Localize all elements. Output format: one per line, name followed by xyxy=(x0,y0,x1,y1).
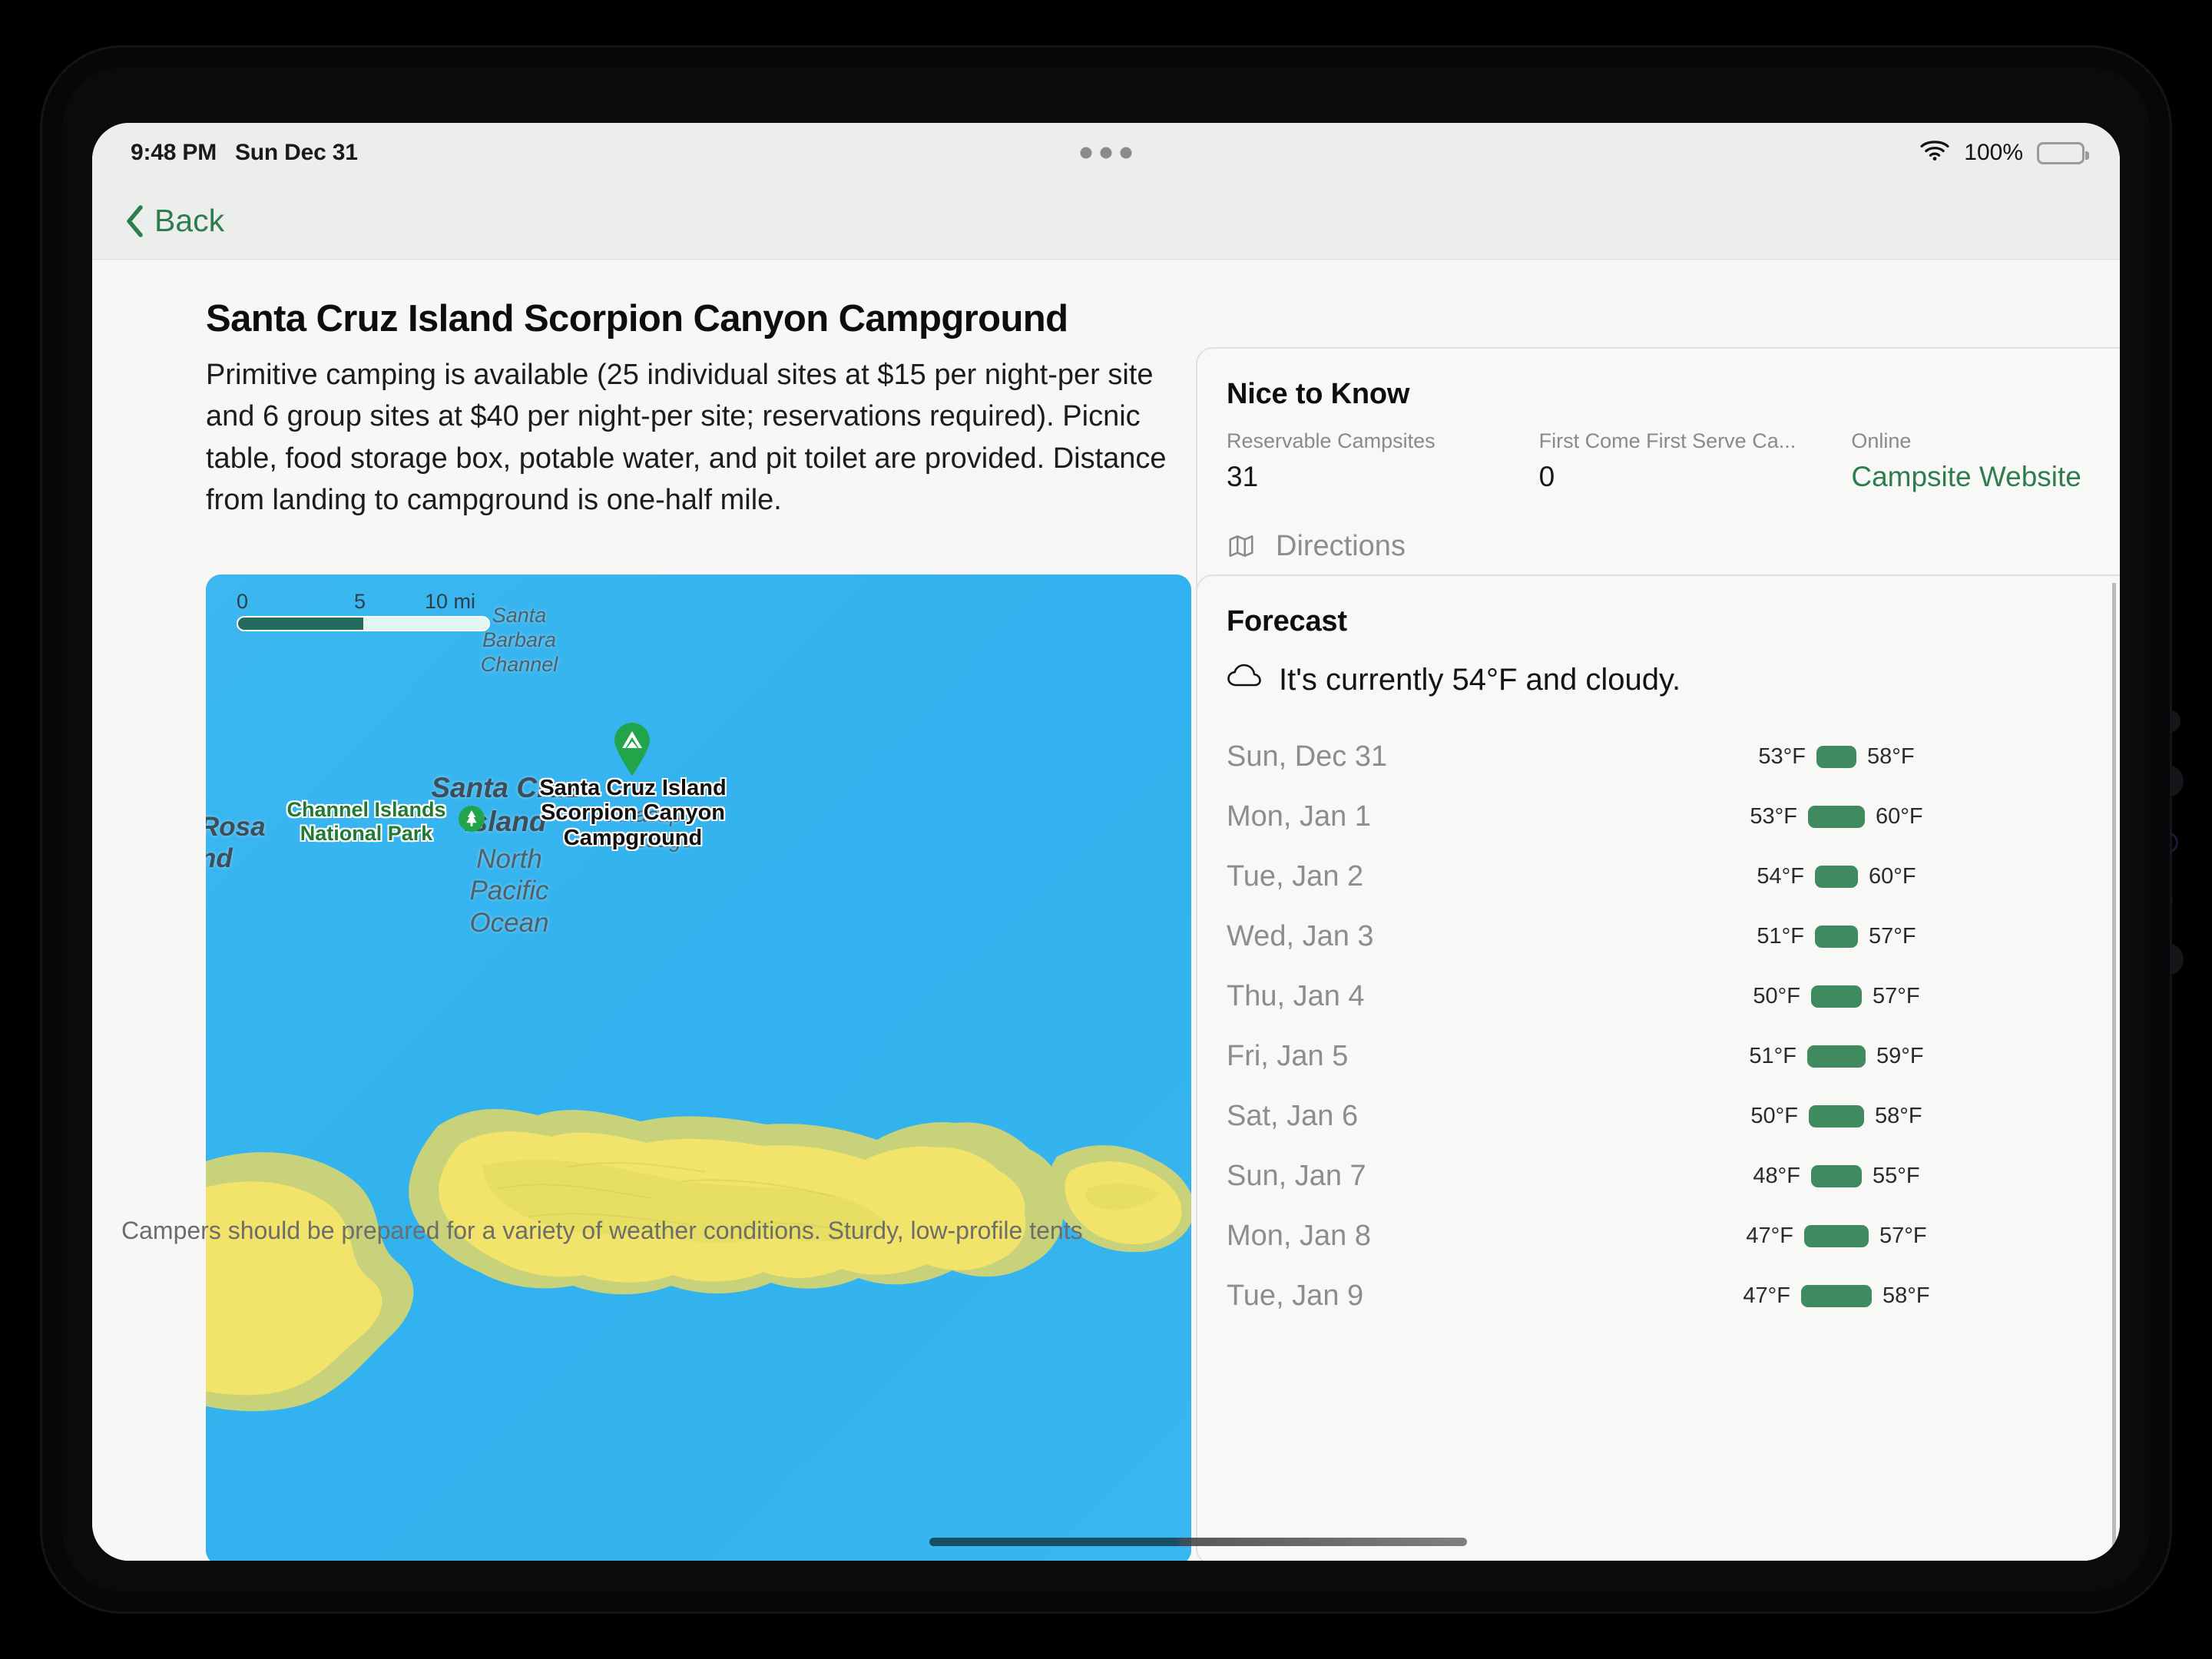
forecast-low: 54°F xyxy=(1757,863,1804,889)
national-park-tree-icon xyxy=(458,805,485,836)
chevron-left-icon xyxy=(124,204,144,238)
forecast-range-bar xyxy=(1801,1284,1872,1307)
forecast-range-bar xyxy=(1809,1104,1864,1128)
scale-tick-0: 0 xyxy=(237,590,249,613)
forecast-footnote: Campers should be prepared for a variety… xyxy=(121,1217,1083,1244)
forecast-row: Tue, Jan 9 47°F 58°F xyxy=(1227,1266,2120,1326)
row-label: Directions xyxy=(1276,529,1406,562)
navigation-bar: Back xyxy=(92,183,2120,260)
forecast-temps: 53°F 60°F xyxy=(1566,804,2107,830)
forecast-high: 58°F xyxy=(1883,1283,1930,1308)
scale-tick-10: 10 mi xyxy=(425,590,476,613)
page-description: Primitive camping is available (25 indiv… xyxy=(206,359,1167,516)
stat-reservable-campsites: Reservable Campsites 31 xyxy=(1227,429,1539,493)
forecast-title: Forecast xyxy=(1227,605,1347,637)
forecast-temps: 51°F 57°F xyxy=(1566,924,2107,949)
forecast-row: Tue, Jan 2 54°F 60°F xyxy=(1227,846,2120,906)
multitask-dots-icon[interactable] xyxy=(1080,147,1132,159)
forecast-high: 57°F xyxy=(1869,923,1916,949)
bezel-dot-4 xyxy=(2151,943,2184,975)
nice-to-know-stats: Reservable Campsites 31 First Come First… xyxy=(1227,429,2120,493)
status-time: 9:48 PM xyxy=(131,140,217,165)
forecast-range-bar xyxy=(1811,1164,1862,1187)
forecast-row: Mon, Jan 1 53°F 60°F xyxy=(1227,786,2120,846)
bezel-ring xyxy=(2157,832,2178,853)
forecast-high: 58°F xyxy=(1875,1103,1922,1128)
tablet-screen: 9:48 PM Sun Dec 31 100% Back Santa Cruz … xyxy=(92,123,2120,1561)
forecast-row: Thu, Jan 4 50°F 57°F xyxy=(1227,966,2120,1026)
stat-label: Online xyxy=(1851,429,1912,452)
stat-label: First Come First Serve Ca... xyxy=(1538,429,1796,452)
stat-value: 0 xyxy=(1538,461,1555,492)
forecast-temps: 50°F 57°F xyxy=(1566,984,2107,1009)
forecast-low: 50°F xyxy=(1753,983,1800,1008)
forecast-row: Sat, Jan 6 50°F 58°F xyxy=(1227,1086,2120,1146)
forecast-high: 60°F xyxy=(1876,803,1923,829)
map-canvas xyxy=(206,575,1191,1561)
stat-first-come-first-serve: First Come First Serve Ca... 0 xyxy=(1539,429,1852,493)
forecast-temps: 50°F 58°F xyxy=(1566,1104,2107,1129)
bezel-dot-1 xyxy=(2157,710,2181,733)
forecast-low: 53°F xyxy=(1750,803,1797,829)
forecast-temps: 53°F 58°F xyxy=(1566,744,2107,770)
forecast-low: 48°F xyxy=(1753,1163,1800,1188)
forecast-high: 60°F xyxy=(1869,863,1916,889)
forecast-temps: 47°F 58°F xyxy=(1566,1283,2107,1309)
stat-label: Reservable Campsites xyxy=(1227,429,1435,452)
status-date: Sun Dec 31 xyxy=(234,140,358,165)
home-indicator[interactable] xyxy=(929,1538,1467,1546)
status-bar-left: 9:48 PM Sun Dec 31 xyxy=(131,140,358,166)
stat-value: 31 xyxy=(1227,461,1259,492)
forecast-range-bar xyxy=(1811,985,1862,1008)
status-bar-right: 100% xyxy=(1919,138,2089,167)
back-button[interactable]: Back xyxy=(124,203,224,239)
back-button-label: Back xyxy=(154,203,225,238)
forecast-range-bar xyxy=(1815,865,1858,888)
nice-to-know-title: Nice to Know xyxy=(1227,378,1410,410)
nice-to-know-row-directions[interactable]: Directions xyxy=(1227,516,2120,576)
battery-percent-label: 100% xyxy=(1964,140,2023,165)
forecast-row: Sun, Jan 7 48°F 55°F xyxy=(1227,1146,2120,1206)
forecast-temps: 48°F 55°F xyxy=(1566,1164,2107,1189)
forecast-range-bar xyxy=(1807,1045,1866,1068)
forecast-range-bar xyxy=(1816,745,1856,768)
forecast-low: 50°F xyxy=(1750,1103,1798,1128)
forecast-low: 51°F xyxy=(1749,1043,1796,1068)
campsite-website-link[interactable]: Campsite Website xyxy=(1851,461,2120,493)
stat-online: Online Campsite Website xyxy=(1851,429,2120,493)
map-icon xyxy=(1227,531,1265,561)
forecast-range-bar xyxy=(1815,925,1858,948)
forecast-temps: 54°F 60°F xyxy=(1566,864,2107,889)
current-conditions: It's currently 54°F and cloudy. xyxy=(1227,662,1681,697)
forecast-high: 59°F xyxy=(1876,1043,1924,1068)
forecast-high: 55°F xyxy=(1873,1163,1920,1188)
cloud-icon xyxy=(1227,662,1262,697)
forecast-high: 58°F xyxy=(1867,743,1915,769)
forecast-card: Forecast It's currently 54°F and cloudy.… xyxy=(1196,575,2120,1561)
bezel-dot-3 xyxy=(2163,896,2173,906)
location-map[interactable]: 0 5 10 mi Santa Barbara Channel Santa Cruz… xyxy=(206,575,1191,1561)
forecast-temps: 51°F 59°F xyxy=(1566,1044,2107,1069)
forecast-low: 51°F xyxy=(1757,923,1804,949)
forecast-low: 47°F xyxy=(1743,1283,1790,1308)
forecast-row: Sun, Dec 31 53°F 58°F xyxy=(1227,727,2120,786)
detail-content: Santa Cruz Island Scorpion Canyon Campgr… xyxy=(92,260,2120,1561)
scale-tick-5: 5 xyxy=(354,590,366,613)
bezel-dot-2 xyxy=(2151,765,2184,797)
scale-track xyxy=(237,616,490,631)
current-conditions-text: It's currently 54°F and cloudy. xyxy=(1279,662,1681,697)
map-scale-bar: 0 5 10 mi xyxy=(237,590,498,631)
campground-tent-pin-icon[interactable] xyxy=(612,721,652,780)
forecast-high: 57°F xyxy=(1873,983,1920,1008)
forecast-row: Fri, Jan 5 51°F 59°F xyxy=(1227,1026,2120,1086)
forecast-low: 53°F xyxy=(1758,743,1806,769)
vertical-scrollbar[interactable] xyxy=(2112,583,2116,1561)
wifi-icon xyxy=(1919,138,1950,167)
battery-icon xyxy=(2037,141,2089,164)
forecast-range-bar xyxy=(1808,805,1865,828)
forecast-row: Wed, Jan 3 51°F 57°F xyxy=(1227,906,2120,966)
status-bar: 9:48 PM Sun Dec 31 100% xyxy=(92,123,2120,183)
page-title: Santa Cruz Island Scorpion Canyon Campgr… xyxy=(206,298,1068,339)
